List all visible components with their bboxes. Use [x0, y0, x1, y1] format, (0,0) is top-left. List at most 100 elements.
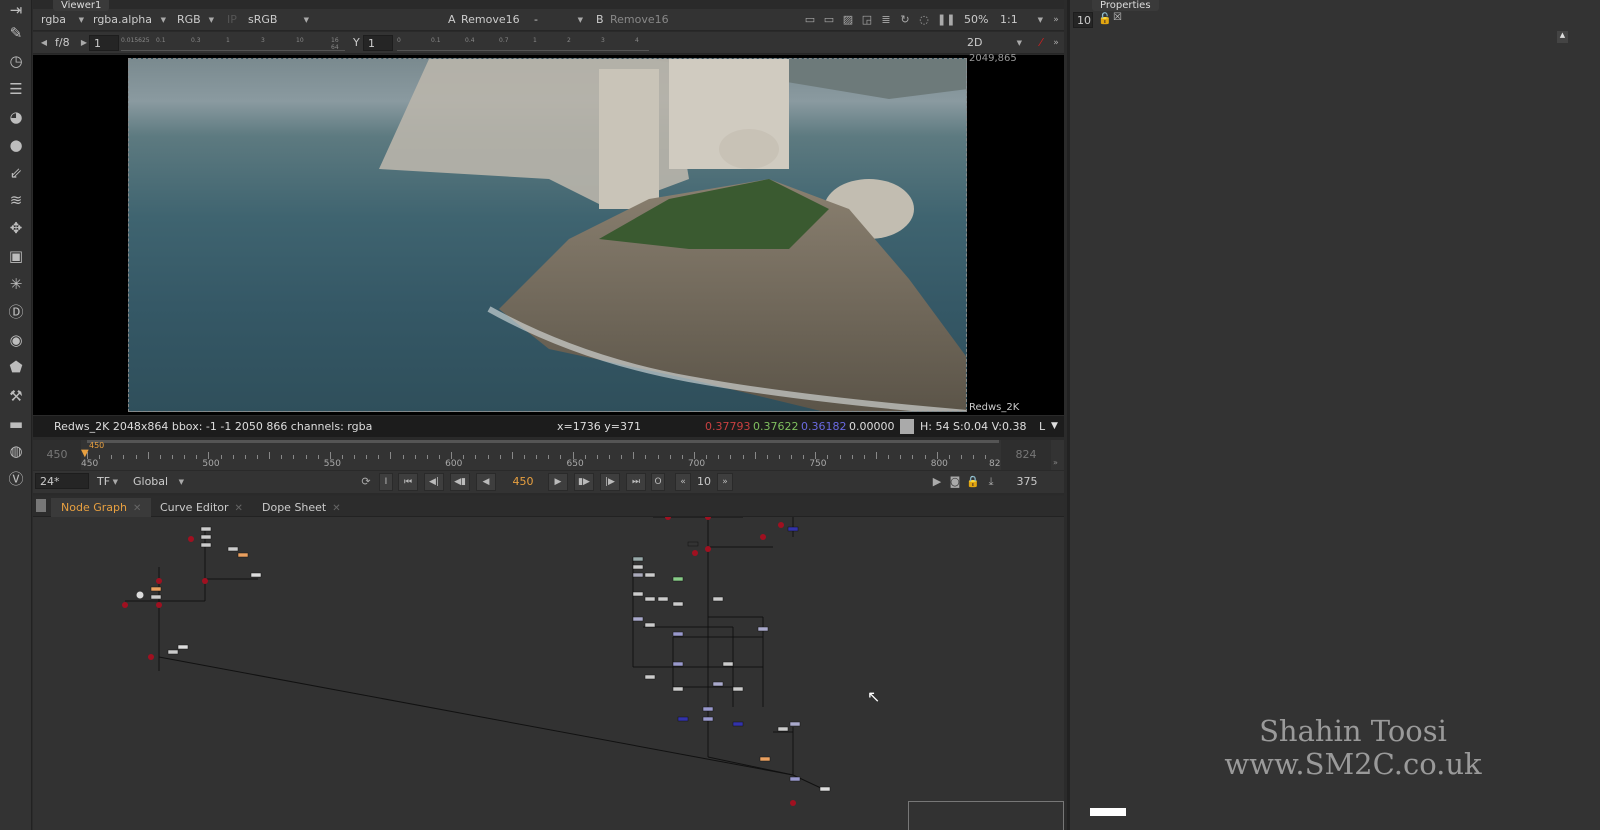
node[interactable]: [677, 716, 689, 722]
alpha-dropdown[interactable]: rgba.alpha ▼: [89, 12, 169, 28]
node[interactable]: [177, 644, 189, 650]
node[interactable]: [672, 686, 684, 692]
viewer-mode-dropdown[interactable]: 2D ▼: [963, 35, 1025, 51]
expand-icon[interactable]: »: [1049, 13, 1063, 27]
scope-dropdown[interactable]: Global ▼: [129, 474, 187, 490]
node[interactable]: [732, 721, 744, 727]
node[interactable]: [759, 756, 771, 762]
fps-input[interactable]: 24*: [35, 473, 89, 489]
particles-icon[interactable]: ✳: [6, 274, 26, 294]
prev-keyframe-button[interactable]: ◀|: [424, 473, 444, 491]
node[interactable]: [777, 726, 789, 732]
channels-dropdown[interactable]: rgba ▼: [37, 12, 87, 28]
dot-node[interactable]: [760, 534, 766, 540]
timeline-ruler[interactable]: 450 500 550 600 650 700 750 800 824: [81, 440, 1006, 470]
gain-slider[interactable]: 0.015625 0.1 0.3 1 3 10 16 64: [121, 37, 345, 51]
pause-icon[interactable]: ❚❚: [937, 13, 955, 27]
node[interactable]: [712, 596, 724, 602]
viewer-image[interactable]: [128, 58, 967, 412]
scroll-up-icon[interactable]: ▲: [1557, 31, 1568, 43]
clear-panels-icon[interactable]: ☒: [1113, 12, 1122, 23]
paint-icon[interactable]: ⁄: [1034, 36, 1048, 50]
skip-back-button[interactable]: «: [675, 473, 691, 491]
close-icon[interactable]: ✕: [332, 503, 340, 514]
dot-node[interactable]: [705, 517, 711, 520]
gain-input[interactable]: 1: [89, 35, 119, 51]
minimap[interactable]: [908, 801, 1064, 830]
dot-node[interactable]: [692, 550, 698, 556]
gamma-slider[interactable]: 0 0.1 0.4 0.7 1 2 3 4: [397, 37, 649, 51]
node[interactable]: [672, 576, 684, 582]
node[interactable]: [200, 534, 212, 540]
tab-curve-editor[interactable]: Curve Editor ✕: [150, 498, 253, 517]
node[interactable]: [672, 661, 684, 667]
play-backward-button[interactable]: ◀: [476, 473, 496, 491]
lock-icon[interactable]: 🔓: [1098, 12, 1112, 25]
other-icon[interactable]: ⚒: [6, 386, 26, 406]
dot-node[interactable]: [156, 602, 162, 608]
ip-button[interactable]: IP: [223, 12, 243, 28]
views-icon[interactable]: ◉: [6, 330, 26, 350]
timeline-in[interactable]: 450: [33, 440, 81, 470]
dot-node[interactable]: [122, 602, 128, 608]
image-icon[interactable]: ⇥: [6, 0, 26, 20]
dot-node[interactable]: [156, 578, 162, 584]
play-forward-button[interactable]: ▶: [548, 473, 568, 491]
expand2-icon[interactable]: »: [1049, 36, 1063, 50]
node[interactable]: [200, 542, 212, 548]
out-point-button[interactable]: O: [651, 473, 665, 491]
node[interactable]: [200, 526, 212, 532]
node[interactable]: [687, 541, 699, 547]
node[interactable]: [632, 556, 644, 562]
node[interactable]: [789, 721, 801, 727]
node[interactable]: [672, 601, 684, 607]
3d-icon[interactable]: ▣: [6, 246, 26, 266]
node[interactable]: [702, 706, 714, 712]
node[interactable]: [644, 572, 656, 578]
region-icon[interactable]: ◌: [917, 13, 931, 27]
tab-node-graph[interactable]: Node Graph ✕: [51, 498, 152, 517]
color-icon[interactable]: ◕: [6, 107, 26, 127]
loop-icon[interactable]: ⟳: [359, 475, 373, 489]
node[interactable]: [644, 622, 656, 628]
step-input[interactable]: 10: [693, 473, 715, 491]
node[interactable]: [722, 661, 734, 667]
fstop-prev-icon[interactable]: ◀: [37, 36, 51, 50]
close-icon[interactable]: ✕: [133, 503, 141, 514]
tab-properties[interactable]: Properties: [1092, 0, 1159, 11]
record-icon[interactable]: ◙: [948, 475, 962, 489]
prev-frame-button[interactable]: ◀▮: [450, 473, 470, 491]
roi-icon[interactable]: ▭: [803, 13, 817, 27]
display-dropdown[interactable]: RGB ▼: [173, 12, 217, 28]
b-input[interactable]: Remove16: [606, 12, 670, 28]
toolsets-icon[interactable]: ▬: [6, 414, 26, 434]
zoom-dropdown[interactable]: 50%: [960, 12, 992, 28]
node[interactable]: [787, 526, 799, 532]
merge-icon[interactable]: ≋: [6, 190, 26, 210]
zebra-icon[interactable]: ▨: [841, 13, 855, 27]
skip-forward-button[interactable]: »: [717, 473, 733, 491]
node[interactable]: [712, 681, 724, 687]
node[interactable]: [819, 786, 831, 792]
a-input[interactable]: Remove16: [457, 12, 521, 28]
furnace-icon[interactable]: ◍: [6, 441, 26, 461]
timeline-out[interactable]: 824: [1001, 440, 1051, 470]
node[interactable]: [632, 572, 644, 578]
node[interactable]: [632, 616, 644, 622]
dot-node[interactable]: [778, 522, 784, 528]
proxy-dropdown[interactable]: 1:1 ▼: [996, 12, 1046, 28]
transform-icon[interactable]: ✥: [6, 218, 26, 238]
gamma-input[interactable]: 1: [363, 35, 393, 51]
download-icon[interactable]: ⤓: [984, 475, 998, 489]
compare-dropdown[interactable]: - ▼: [530, 12, 586, 28]
lock-icon[interactable]: 🔒: [966, 475, 980, 489]
node[interactable]: [757, 626, 769, 632]
channel-icon[interactable]: ☰: [6, 79, 26, 99]
dot-node[interactable]: [665, 517, 671, 520]
frame-input[interactable]: 450: [505, 473, 541, 491]
dot-node[interactable]: [202, 578, 208, 584]
node[interactable]: [644, 674, 656, 680]
close-icon[interactable]: ✕: [235, 503, 243, 514]
node[interactable]: [657, 596, 669, 602]
max-panels-input[interactable]: 10: [1073, 12, 1093, 28]
